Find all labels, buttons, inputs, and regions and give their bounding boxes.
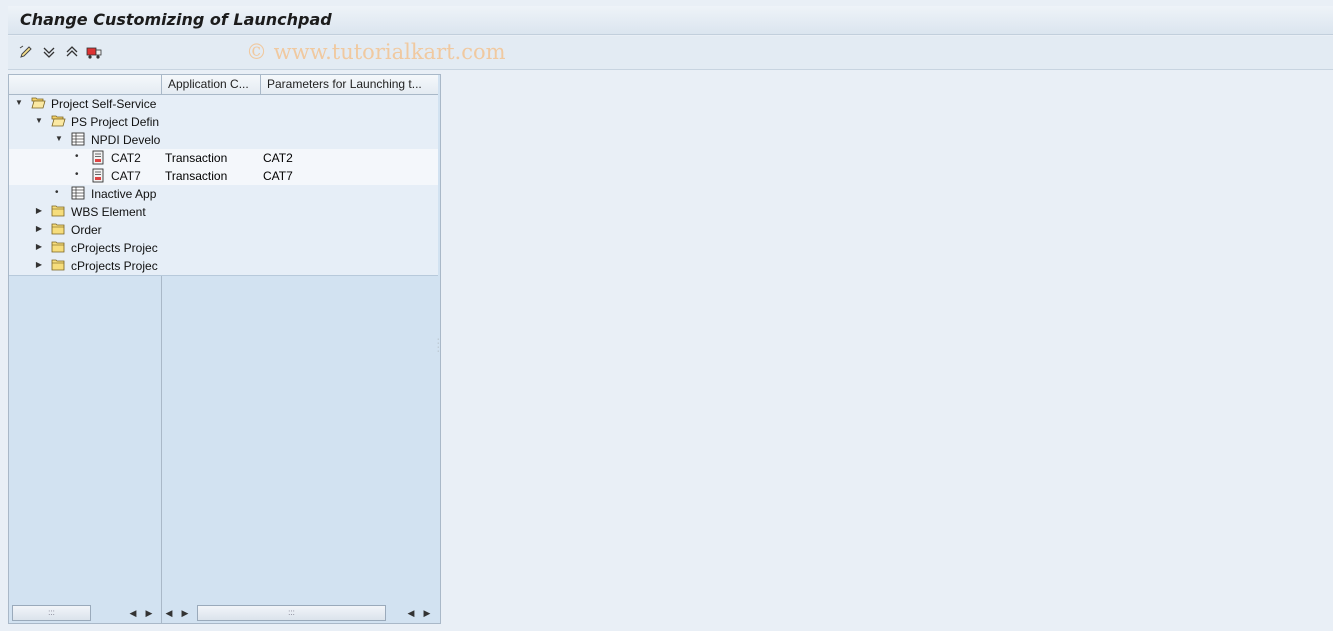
tree-node-label: Project Self-Service: [51, 97, 157, 111]
folder-icon: [51, 240, 66, 254]
tree-row[interactable]: • CAT7 Transaction CAT7: [9, 167, 438, 186]
tree-node-cell[interactable]: ▼ NPDI Develo: [9, 131, 161, 149]
title-bar: Change Customizing of Launchpad: [8, 6, 1333, 35]
tree-row[interactable]: • Inactive App: [9, 185, 438, 204]
expand-node-icon[interactable]: ▶: [35, 261, 43, 269]
collapse-node-icon[interactable]: ▼: [35, 117, 43, 125]
launchpad-tree: Application C... Parameters for Launchin…: [8, 74, 441, 624]
edit-pencil-icon[interactable]: [16, 43, 36, 61]
leaf-bullet-icon: •: [55, 187, 59, 198]
tree-node-label: PS Project Defin: [71, 115, 160, 129]
collapse-node-icon[interactable]: ▼: [55, 135, 63, 143]
tree-node-label: Inactive App: [91, 187, 157, 201]
tree-row[interactable]: ▶ WBS Element: [9, 203, 438, 222]
table-icon: [71, 132, 86, 146]
tree-node-label: Order: [71, 223, 102, 237]
tree-node-label: CAT7: [111, 169, 141, 183]
expand-node-icon[interactable]: ▶: [35, 225, 43, 233]
document-icon: [91, 150, 106, 165]
collapse-node-icon[interactable]: ▼: [15, 99, 23, 107]
tree-column-scrollbar[interactable]: :::: [12, 605, 91, 621]
tree-node-cell[interactable]: ▶ cProjects Projec: [9, 257, 161, 275]
scroll-left-icon[interactable]: ◀: [164, 606, 174, 620]
tree-row[interactable]: ▼ NPDI Develo: [9, 131, 438, 150]
pane-splitter[interactable]: · · · ·: [437, 336, 440, 356]
tree-node-cell[interactable]: ▶ WBS Element: [9, 203, 161, 221]
tree-node-label: CAT2: [111, 151, 141, 165]
expand-node-icon[interactable]: ▶: [35, 207, 43, 215]
tree-row[interactable]: • CAT2 Transaction CAT2: [9, 149, 438, 168]
folder-icon: [51, 204, 66, 218]
detail-pane: [442, 70, 1333, 626]
tree-node-cell[interactable]: • CAT7: [9, 167, 161, 185]
tree-node-cell[interactable]: ▶ Order: [9, 221, 161, 239]
scroll-right-icon[interactable]: ▶: [144, 606, 154, 620]
folder-icon: [51, 222, 66, 236]
tree-node-label: NPDI Develo: [91, 133, 161, 147]
application-category-cell: Transaction: [165, 169, 228, 183]
collapse-all-icon[interactable]: [62, 43, 82, 61]
tree-node-cell[interactable]: ▼ Project Self-Service: [9, 95, 161, 113]
document-icon: [91, 168, 106, 183]
scroll-left-icon[interactable]: ◀: [128, 606, 138, 620]
tree-row[interactable]: ▼ Project Self-Service: [9, 95, 438, 114]
application-category-cell: Transaction: [165, 151, 228, 165]
watermark-text: © www.tutorialkart.com: [246, 40, 506, 64]
tree-header: Application C... Parameters for Launchin…: [9, 75, 438, 95]
folder-open-icon: [51, 114, 66, 128]
tree-row[interactable]: ▼ PS Project Defin: [9, 113, 438, 132]
scroll-right-icon[interactable]: ▶: [180, 606, 190, 620]
tree-node-label: cProjects Projec: [71, 241, 158, 255]
parameter-cell: CAT2: [263, 151, 293, 165]
tree-node-cell[interactable]: • CAT2: [9, 149, 161, 167]
page-title: Change Customizing of Launchpad: [20, 10, 332, 29]
expand-node-icon[interactable]: ▶: [35, 243, 43, 251]
leaf-bullet-icon: •: [75, 151, 79, 162]
tree-node-label: cProjects Projec: [71, 259, 158, 273]
leaf-bullet-icon: •: [75, 169, 79, 180]
tree-node-cell[interactable]: ▼ PS Project Defin: [9, 113, 161, 131]
tree-row[interactable]: ▶ cProjects Projec: [9, 239, 438, 258]
header-tree-column[interactable]: [9, 75, 161, 94]
folder-icon: [51, 258, 66, 272]
header-application-category[interactable]: Application C...: [161, 75, 260, 94]
table-icon: [71, 186, 86, 200]
tree-row[interactable]: ▶ Order: [9, 221, 438, 240]
tree-node-cell[interactable]: ▶ cProjects Projec: [9, 239, 161, 257]
tree-node-cell[interactable]: • Inactive App: [9, 185, 161, 203]
scroll-left-icon[interactable]: ◀: [406, 606, 416, 620]
scroll-right-icon[interactable]: ▶: [422, 606, 432, 620]
data-column-scrollbar[interactable]: :::: [197, 605, 386, 621]
folder-open-icon: [31, 96, 46, 110]
tree-row[interactable]: ▶ cProjects Projec: [9, 257, 438, 276]
transport-truck-icon[interactable]: [85, 43, 105, 61]
expand-all-icon[interactable]: [39, 43, 59, 61]
application-toolbar: © www.tutorialkart.com: [8, 36, 1333, 70]
tree-node-label: WBS Element: [71, 205, 146, 219]
header-parameters[interactable]: Parameters for Launching t...: [260, 75, 438, 94]
parameter-cell: CAT7: [263, 169, 293, 183]
